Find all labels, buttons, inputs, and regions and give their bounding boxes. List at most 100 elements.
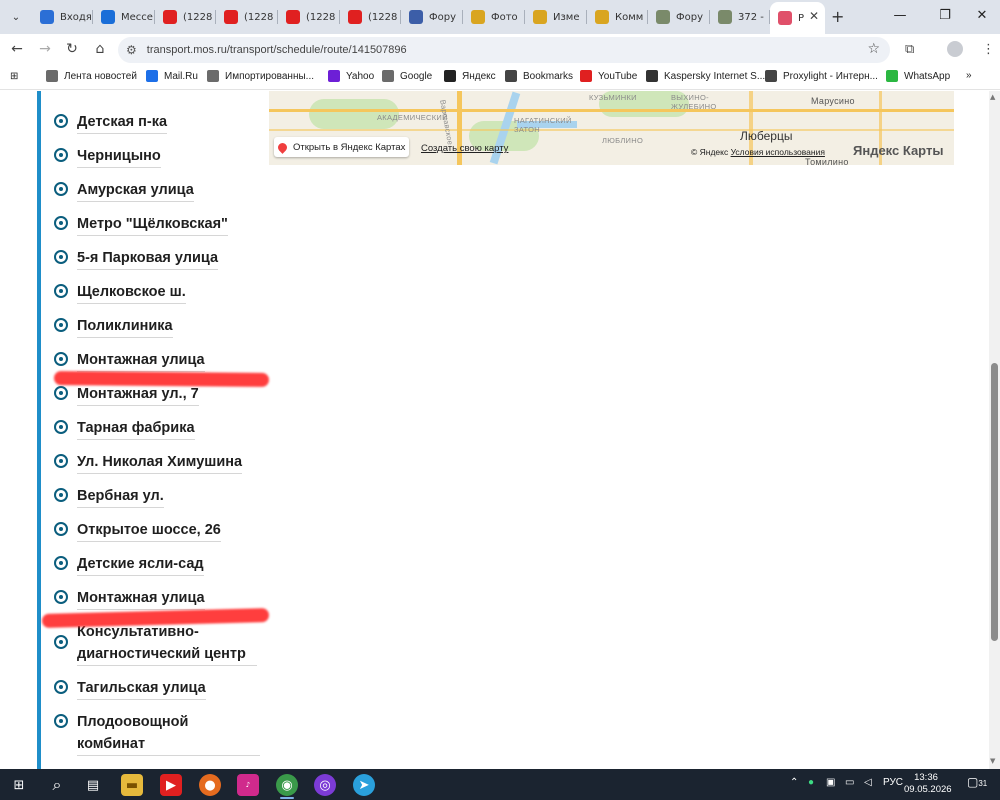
tab-search-chevron-icon[interactable]: ⌄ [5, 6, 27, 28]
stop-name[interactable]: Детские ясли-сад [77, 553, 204, 576]
stop-name[interactable]: Тагильская улица [77, 677, 206, 700]
taskbar-clock[interactable]: 13:36 09.05.2026 [904, 772, 952, 796]
bookmark-item[interactable]: Google [382, 70, 432, 82]
browser-tab[interactable]: (1228 [278, 4, 340, 30]
bookmark-item[interactable]: YouTube [580, 70, 637, 82]
browser-tab[interactable]: (1228 [155, 4, 216, 30]
notification-center-icon[interactable]: ▢31 [967, 775, 987, 789]
route-stop[interactable]: Монтажная ул., 7 [54, 383, 199, 406]
task-view-icon[interactable]: ▤ [82, 774, 104, 796]
stop-name[interactable]: Черницыно [77, 145, 161, 168]
bookmark-item[interactable]: Proxylight - Интерн... [765, 70, 878, 82]
stop-name[interactable]: Консультативно-диагностический центр [77, 621, 257, 666]
scroll-up-icon[interactable]: ▲ [990, 93, 995, 101]
youtube-app-icon[interactable]: ▶ [160, 774, 182, 796]
browser-tab[interactable]: Мессе [93, 4, 155, 30]
forward-arrow-icon[interactable]: → [36, 41, 54, 57]
apps-grid-icon[interactable]: ⊞ [10, 71, 18, 82]
page-scrollbar[interactable]: ▲ ▼ [989, 91, 1000, 769]
browser-tab[interactable]: 372 - [710, 4, 770, 30]
browser-tab[interactable]: Комм [587, 4, 648, 30]
route-stop[interactable]: Вербная ул. [54, 485, 164, 508]
address-bar[interactable]: ⚙ transport.mos.ru/transport/schedule/ro… [118, 37, 890, 63]
stop-name[interactable]: Щелковское ш. [77, 281, 186, 304]
route-stop[interactable]: Черницыно [54, 145, 161, 168]
create-map-link[interactable]: Создать свою карту [421, 143, 508, 154]
bookmark-star-icon[interactable]: ☆ [867, 41, 880, 57]
music-app-icon[interactable]: ♪ [237, 774, 259, 796]
route-stop[interactable]: Амурская улица [54, 179, 194, 202]
site-info-icon[interactable]: ⚙ [126, 43, 137, 57]
stop-name[interactable]: Тарная фабрика [77, 417, 195, 440]
route-stop[interactable]: Ул. Николая Химушина [54, 451, 243, 474]
profile-avatar[interactable] [947, 41, 963, 57]
keyboard-language[interactable]: РУС [883, 777, 903, 788]
browser-tab[interactable]: Входя [32, 4, 93, 30]
stop-name[interactable]: 5-я Парковая улица [77, 247, 219, 270]
route-map[interactable]: АКАДЕМИЧЕСКИЙ НАГАТИНСКИЙ ЗАТОН КУЗЬМИНК… [269, 91, 954, 165]
reload-icon[interactable]: ↻ [63, 41, 81, 57]
network-icon[interactable]: ▭ [845, 777, 854, 788]
tray-chevron-icon[interactable]: ⌃ [790, 777, 798, 788]
stop-name[interactable]: Ул. Николая Химушина [77, 451, 243, 474]
search-icon[interactable]: ⌕ [46, 774, 68, 796]
scroll-thumb[interactable] [991, 363, 998, 641]
scroll-down-icon[interactable]: ▼ [990, 757, 995, 765]
restore-button[interactable]: ❐ [935, 8, 955, 23]
route-stop[interactable]: Щелковское ш. [54, 281, 186, 304]
route-stop[interactable]: Монтажная улица [54, 587, 205, 610]
browser-tab[interactable]: Фото [463, 4, 525, 30]
home-icon[interactable]: ⌂ [91, 41, 109, 57]
route-stop[interactable]: Детская п-ка [54, 111, 168, 134]
more-bookmarks-icon[interactable]: » [966, 70, 972, 81]
bookmark-item[interactable]: Mail.Ru [146, 70, 198, 82]
route-stop[interactable]: Тагильская улица [54, 677, 206, 700]
stop-name[interactable]: Поликлиника [77, 315, 173, 338]
route-stop[interactable]: Детские ясли-сад [54, 553, 204, 576]
browser-menu-icon[interactable]: ⋮ [982, 42, 995, 57]
route-stop[interactable]: 5-я Парковая улица [54, 247, 219, 270]
back-arrow-icon[interactable]: ← [8, 41, 26, 57]
stop-name[interactable]: Монтажная улица [77, 587, 205, 610]
bookmark-item[interactable]: WhatsApp [886, 70, 950, 82]
route-stop[interactable]: Открытое шоссе, 26 [54, 519, 221, 542]
extensions-icon[interactable]: ⧉ [905, 42, 914, 57]
chrome-icon[interactable]: ◉ [276, 774, 298, 796]
browser-app-icon[interactable]: ◎ [314, 774, 336, 796]
browser-tab[interactable]: Изме [525, 4, 587, 30]
bookmark-item[interactable]: Яндекс [444, 70, 496, 82]
tray-app-icon[interactable]: ▣ [826, 777, 835, 788]
bookmark-item[interactable]: Лента новостей [46, 70, 137, 82]
stop-name[interactable]: Монтажная ул., 7 [77, 383, 199, 406]
close-tab-icon[interactable]: ✕ [809, 9, 819, 23]
route-stop[interactable]: Плодоовощной комбинат [54, 711, 260, 756]
bookmark-item[interactable]: Bookmarks [505, 70, 573, 82]
stop-name[interactable]: Открытое шоссе, 26 [77, 519, 221, 542]
minimize-button[interactable]: — [890, 8, 910, 23]
route-stop[interactable]: Метро "Щёлковская" [54, 213, 228, 236]
route-stop[interactable]: Поликлиника [54, 315, 173, 338]
route-stop[interactable]: Консультативно-диагностический центр [54, 621, 257, 666]
volume-icon[interactable]: ◁ [864, 777, 872, 788]
bookmark-item[interactable]: Yahoo [328, 70, 374, 82]
terms-link[interactable]: Условия использования [731, 147, 825, 157]
file-explorer-icon[interactable]: ▬ [121, 774, 143, 796]
stop-name[interactable]: Амурская улица [77, 179, 194, 202]
telegram-icon[interactable]: ➤ [353, 774, 375, 796]
stop-name[interactable]: Монтажная улица [77, 349, 205, 372]
browser-tab[interactable]: Фору [401, 4, 463, 30]
security-shield-icon[interactable]: ● [808, 777, 814, 788]
route-stop[interactable]: Монтажная улица [54, 349, 205, 372]
bookmark-item[interactable]: Импортированны... [207, 70, 314, 82]
browser-tab[interactable]: (1228 [216, 4, 278, 30]
stop-name[interactable]: Плодоовощной комбинат [77, 711, 260, 756]
stop-name[interactable]: Метро "Щёлковская" [77, 213, 228, 236]
close-window-button[interactable]: ✕ [972, 8, 992, 23]
route-stop[interactable]: Тарная фабрика [54, 417, 195, 440]
stop-name[interactable]: Вербная ул. [77, 485, 164, 508]
stop-name[interactable]: Детская п-ка [77, 111, 168, 134]
bookmark-item[interactable]: Kaspersky Internet S... [646, 70, 765, 82]
new-tab-button[interactable]: + [831, 7, 844, 26]
windows-start-icon[interactable]: ⊞ [8, 774, 30, 796]
browser-tab[interactable]: (1228 [340, 4, 401, 30]
